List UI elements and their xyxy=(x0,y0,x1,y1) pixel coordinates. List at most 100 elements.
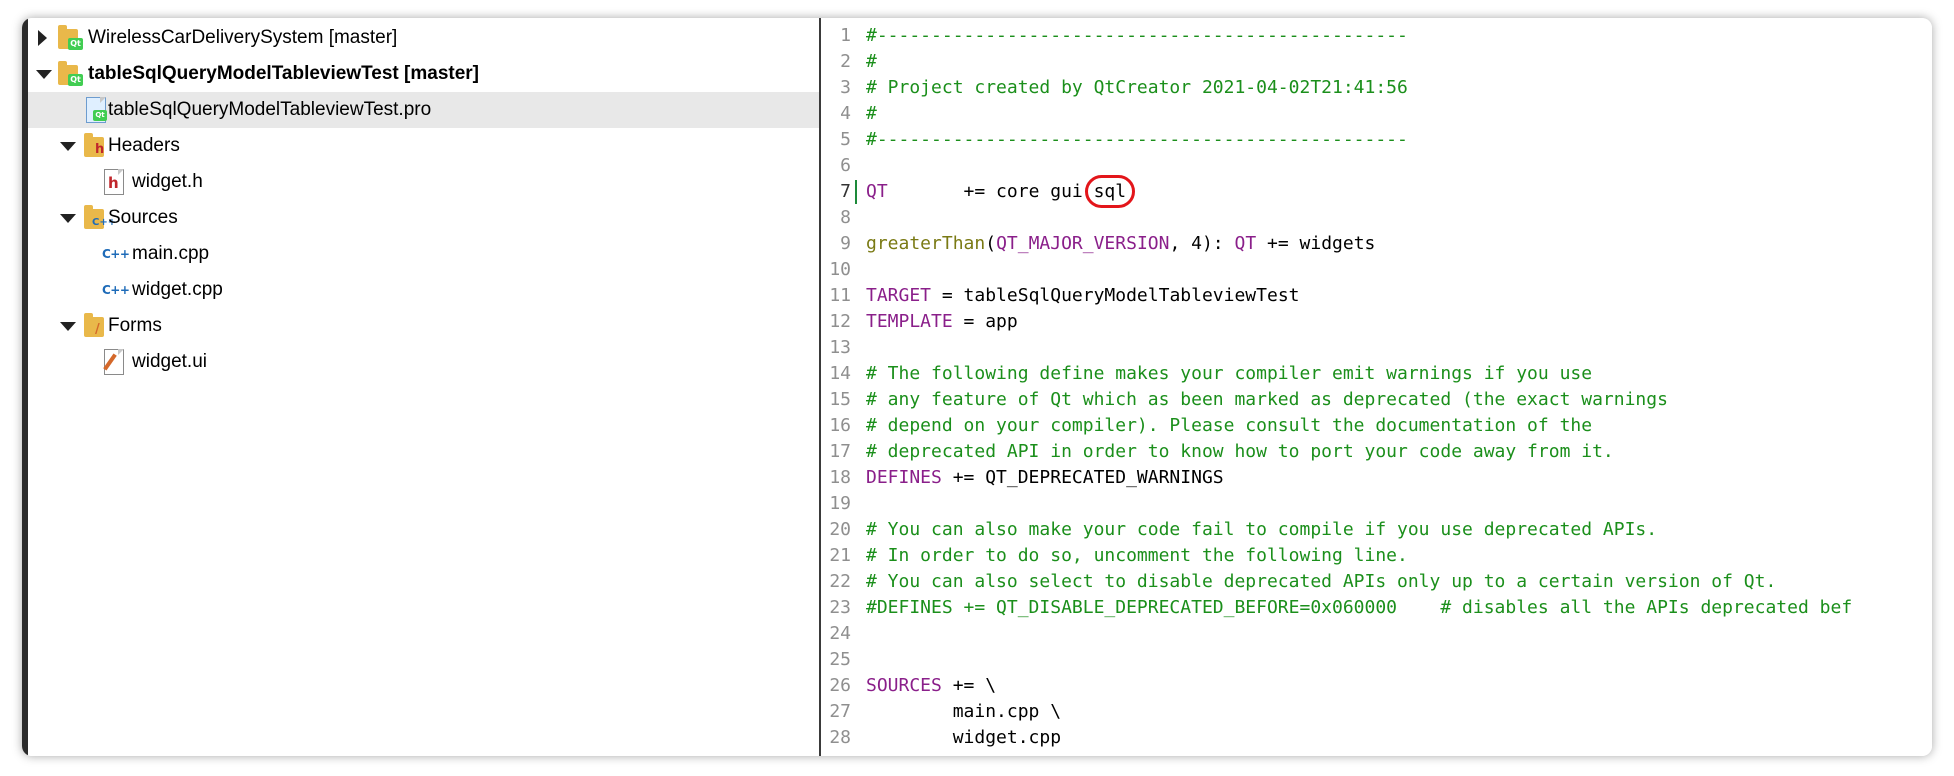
code-token: = tableSqlQueryModelTableviewTest xyxy=(931,285,1300,306)
code-token: QT_MAJOR_VERSION xyxy=(996,233,1170,254)
line-number: 28 xyxy=(829,727,851,748)
code-line[interactable]: 19 xyxy=(821,491,1932,517)
project-tree-panel[interactable]: Qt WirelessCarDeliverySystem [master] Qt ta… xyxy=(28,18,821,756)
code-line[interactable]: 5 #--------------------------------------… xyxy=(821,127,1932,153)
expand-arrow-down-icon[interactable] xyxy=(60,322,76,331)
code-line[interactable]: 21 # In order to do so, uncomment the fol… xyxy=(821,543,1932,569)
code-token: # depend on your compiler). Please consu… xyxy=(866,415,1593,436)
code-text: #---------------------------------------… xyxy=(866,23,1408,49)
code-text: # any feature of Qt which as been marked… xyxy=(866,387,1668,413)
qt-project-folder-icon: Qt xyxy=(58,61,83,87)
code-line[interactable]: 12 TEMPLATE = app xyxy=(821,309,1932,335)
code-text: # The following define makes your compil… xyxy=(866,361,1592,387)
tree-item[interactable]: Qt tableSqlQueryModelTableviewTest [maste… xyxy=(28,56,819,92)
line-number: 21 xyxy=(829,545,851,566)
code-line[interactable]: 18 DEFINES += QT_DEPRECATED_WARNINGS xyxy=(821,465,1932,491)
code-line[interactable]: 8 xyxy=(821,205,1932,231)
code-token: DEFINES xyxy=(866,467,942,488)
code-token: TEMPLATE xyxy=(866,311,953,332)
code-line[interactable]: 20 # You can also make your code fail to … xyxy=(821,517,1932,543)
tree-item[interactable]: C++ widget.cpp xyxy=(28,272,819,308)
code-line[interactable]: 9 greaterThan(QT_MAJOR_VERSION, 4): QT +=… xyxy=(821,231,1932,257)
line-number: 10 xyxy=(829,259,851,280)
line-number: 20 xyxy=(829,519,851,540)
qt-creator-window: Qt WirelessCarDeliverySystem [master] Qt ta… xyxy=(22,18,1932,756)
code-line[interactable]: 25 xyxy=(821,647,1932,673)
line-number: 19 xyxy=(829,493,851,514)
line-number: 3 xyxy=(840,77,851,98)
line-number: 9 xyxy=(840,233,851,254)
tree-item-label: main.cpp xyxy=(132,243,210,264)
tree-item[interactable]: widget.ui xyxy=(28,344,819,380)
pro-file-icon: Qt xyxy=(84,97,108,123)
tree-item[interactable]: C++ Sources xyxy=(28,200,819,236)
code-line[interactable]: 22 # You can also select to disable depre… xyxy=(821,569,1932,595)
expand-arrow-down-icon[interactable] xyxy=(60,142,76,151)
code-text: # You can also select to disable depreca… xyxy=(866,569,1776,595)
code-line[interactable]: 15 # any feature of Qt which as been mark… xyxy=(821,387,1932,413)
code-line[interactable]: 16 # depend on your compiler). Please con… xyxy=(821,413,1932,439)
code-line[interactable]: 13 xyxy=(821,335,1932,361)
code-line[interactable]: 7 QT += core gui sql xyxy=(821,179,1932,205)
line-number: 4 xyxy=(840,103,851,124)
code-line[interactable]: 3 # Project created by QtCreator 2021-04-… xyxy=(821,75,1932,101)
line-number: 12 xyxy=(829,311,851,332)
line-number: 23 xyxy=(829,597,851,618)
code-line[interactable]: 23 #DEFINES += QT_DISABLE_DEPRECATED_BEFO… xyxy=(821,595,1932,621)
code-token: widget.cpp xyxy=(866,727,1062,748)
code-token: # deprecated API in order to know how to… xyxy=(866,441,1614,462)
code-token: QT xyxy=(866,181,888,202)
line-number: 8 xyxy=(840,207,851,228)
cpp-file-icon: C++ xyxy=(102,283,130,297)
code-line[interactable]: 28 widget.cpp xyxy=(821,725,1932,751)
code-token: #DEFINES += QT_DISABLE_DEPRECATED_BEFORE… xyxy=(866,597,1853,618)
code-line[interactable]: 11 TARGET = tableSqlQueryModelTableviewTe… xyxy=(821,283,1932,309)
tree-item-label: widget.ui xyxy=(132,351,207,372)
code-editor[interactable]: 1 #--------------------------------------… xyxy=(821,18,1932,756)
headers-folder-icon: h xyxy=(84,133,108,159)
code-line[interactable]: 4 # xyxy=(821,101,1932,127)
code-token: += QT_DEPRECATED_WARNINGS xyxy=(941,467,1224,488)
forms-folder-icon: / xyxy=(84,313,108,339)
tree-item-label: Headers xyxy=(108,135,180,156)
code-text: # Project created by QtCreator 2021-04-0… xyxy=(866,75,1408,101)
code-token: , 4): xyxy=(1169,233,1235,254)
line-number: 24 xyxy=(829,623,851,644)
tree-item-label: tableSqlQueryModelTableviewTest.pro xyxy=(108,99,432,120)
tree-item[interactable]: C++ main.cpp xyxy=(28,236,819,272)
tree-item-label: WirelessCarDeliverySystem [master] xyxy=(88,27,398,48)
expand-arrow-down-icon[interactable] xyxy=(60,214,76,223)
code-text: #---------------------------------------… xyxy=(866,127,1408,153)
line-number: 22 xyxy=(829,571,851,592)
tree-item[interactable]: h Headers xyxy=(28,128,819,164)
code-line[interactable]: 6 xyxy=(821,153,1932,179)
code-line[interactable]: 27 main.cpp \ xyxy=(821,699,1932,725)
tree-item[interactable]: / Forms xyxy=(28,308,819,344)
expand-arrow-right-icon[interactable] xyxy=(38,30,47,46)
line-number: 15 xyxy=(829,389,851,410)
code-line[interactable]: 14 # The following define makes your comp… xyxy=(821,361,1932,387)
line-number: 16 xyxy=(829,415,851,436)
code-token: # You can also make your code fail to co… xyxy=(866,519,1658,540)
tree-item-label: widget.h xyxy=(132,171,203,192)
code-text: # xyxy=(866,101,877,127)
code-line[interactable]: 17 # deprecated API in order to know how … xyxy=(821,439,1932,465)
code-line[interactable]: 10 xyxy=(821,257,1932,283)
tree-item[interactable]: Qt WirelessCarDeliverySystem [master] xyxy=(28,20,819,56)
expand-arrow-down-icon[interactable] xyxy=(36,70,52,79)
header-file-icon: h xyxy=(102,169,126,195)
tree-item[interactable]: Qt tableSqlQueryModelTableviewTest.pro xyxy=(28,92,819,128)
line-number: 7 xyxy=(840,181,851,202)
code-token: # xyxy=(866,103,877,124)
code-text: #DEFINES += QT_DISABLE_DEPRECATED_BEFORE… xyxy=(866,595,1852,621)
code-line[interactable]: 1 #--------------------------------------… xyxy=(821,23,1932,49)
tree-item[interactable]: h widget.h xyxy=(28,164,819,200)
code-line[interactable]: 26 SOURCES += \ xyxy=(821,673,1932,699)
sources-folder-icon: C++ xyxy=(84,205,116,231)
code-line[interactable]: 24 xyxy=(821,621,1932,647)
line-number: 26 xyxy=(829,675,851,696)
tree-item-label: widget.cpp xyxy=(132,279,223,300)
tree-item-label: Forms xyxy=(108,315,162,336)
code-text: # In order to do so, uncomment the follo… xyxy=(866,543,1408,569)
code-line[interactable]: 2 # xyxy=(821,49,1932,75)
